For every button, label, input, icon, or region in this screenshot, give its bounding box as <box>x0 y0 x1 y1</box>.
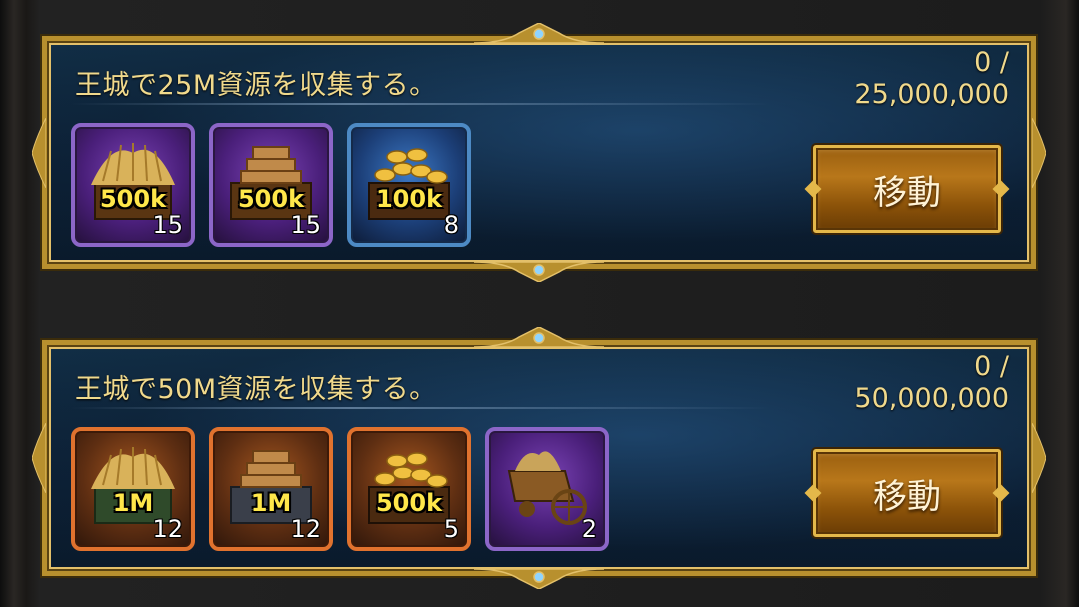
reward-amount: 500k <box>375 489 443 517</box>
reward-amount: 1M <box>112 489 154 517</box>
quest-title: 王城で25M資源を収集する。 <box>75 70 437 101</box>
reward-item-gold[interactable]: 100k 8 <box>347 123 471 247</box>
quest-list: 王城で25M資源を収集する。 0 / 25,000,000 500k 15 50… <box>0 0 1079 607</box>
reward-count: 15 <box>290 211 321 239</box>
reward-item-lumber[interactable]: 500k 15 <box>209 123 333 247</box>
go-button[interactable]: 移動 <box>813 145 1001 233</box>
reward-count: 5 <box>443 515 459 543</box>
reward-amount: 500k <box>237 185 305 213</box>
go-button[interactable]: 移動 <box>813 449 1001 537</box>
reward-amount: 500k <box>99 185 167 213</box>
reward-count: 8 <box>443 211 459 239</box>
reward-item-wheat[interactable]: 1M 12 <box>71 427 195 551</box>
reward-count: 12 <box>290 515 321 543</box>
reward-item-wheat[interactable]: 500k 15 <box>71 123 195 247</box>
reward-amount: 100k <box>375 185 443 213</box>
title-divider <box>71 407 771 409</box>
progress-current: 0 / <box>974 47 1009 78</box>
ornament-icon <box>474 568 604 589</box>
quest-card: 王城で50M資源を収集する。 0 / 50,000,000 1M 12 1M 1… <box>32 327 1046 589</box>
quest-title: 王城で50M資源を収集する。 <box>75 374 437 405</box>
ornament-icon <box>474 23 604 44</box>
reward-count: 2 <box>581 515 597 543</box>
quest-card: 王城で25M資源を収集する。 0 / 25,000,000 500k 15 50… <box>32 23 1046 282</box>
title-divider <box>71 103 771 105</box>
progress-target: 25,000,000 <box>854 79 1009 110</box>
progress-current: 0 / <box>974 351 1009 382</box>
reward-item-cart[interactable]: 2 <box>485 427 609 551</box>
ornament-icon <box>1032 423 1046 493</box>
ornament-icon <box>32 423 46 493</box>
quest-progress: 0 / 25,000,000 <box>854 47 1009 111</box>
reward-amount: 1M <box>250 489 292 517</box>
ornament-icon <box>1032 117 1046 188</box>
ornament-icon <box>474 327 604 348</box>
reward-item-gold[interactable]: 500k 5 <box>347 427 471 551</box>
reward-count: 12 <box>152 515 183 543</box>
ornament-icon <box>474 261 604 282</box>
progress-target: 50,000,000 <box>854 383 1009 414</box>
quest-progress: 0 / 50,000,000 <box>854 351 1009 415</box>
reward-list: 1M 12 1M 12 500k 5 2 <box>71 427 609 551</box>
reward-count: 15 <box>152 211 183 239</box>
reward-item-lumber[interactable]: 1M 12 <box>209 427 333 551</box>
reward-list: 500k 15 500k 15 100k 8 <box>71 123 471 247</box>
ornament-icon <box>32 117 46 188</box>
